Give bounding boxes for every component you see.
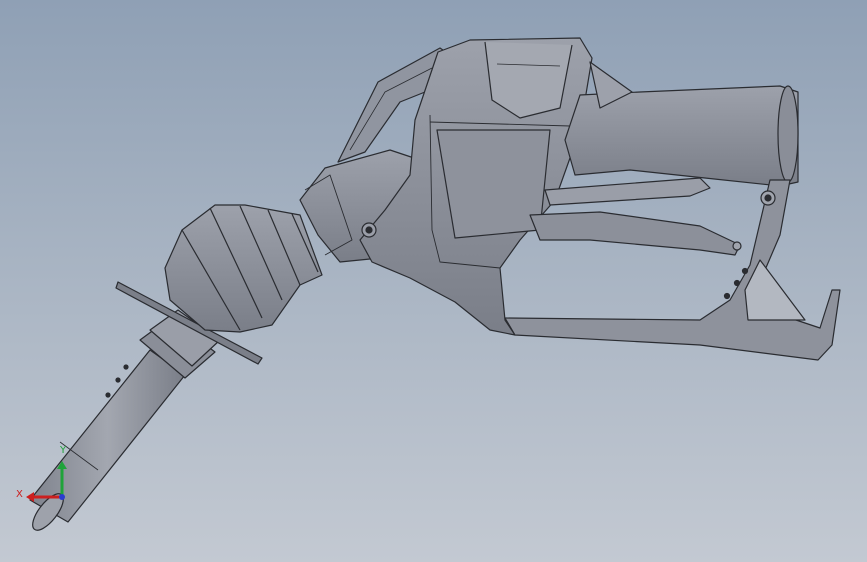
vapor-bellows — [164, 204, 323, 333]
x-axis-label: X — [16, 489, 23, 500]
fuel-nozzle-model[interactable]: X Y — [0, 0, 867, 562]
y-axis-label: Y — [59, 445, 67, 456]
z-axis-origin — [59, 494, 65, 500]
spout-tube — [29, 349, 186, 531]
trigger-lever — [504, 179, 841, 361]
graphics-viewport[interactable]: X Y — [0, 0, 867, 562]
